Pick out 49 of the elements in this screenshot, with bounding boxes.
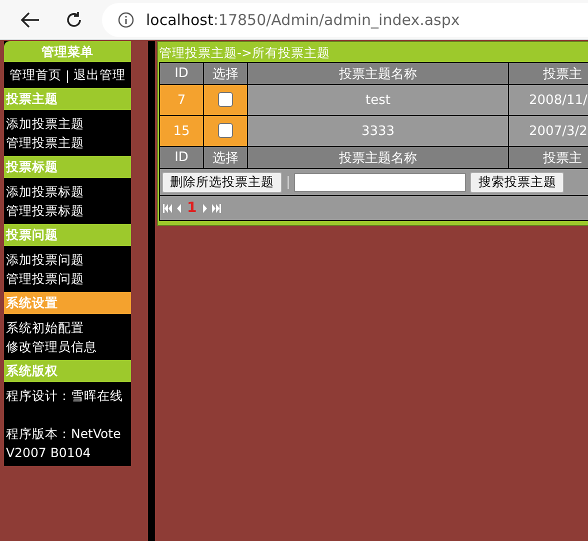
table-cell: 7 xyxy=(160,84,204,116)
menu-item[interactable]: 添加投票标题 xyxy=(6,182,131,201)
url-host: localhost xyxy=(146,10,214,28)
sidebar-title: 管理菜单 xyxy=(4,41,131,62)
menu-item[interactable]: 系统初始配置 xyxy=(6,318,131,337)
menu-item[interactable]: 添加投票主题 xyxy=(6,114,131,133)
delete-button[interactable]: 删除所选投票主题 xyxy=(162,172,282,192)
url-path: :17850/Admin/admin_index.aspx xyxy=(213,10,460,28)
back-icon[interactable] xyxy=(20,12,40,28)
table-cell: 3333 xyxy=(248,116,508,146)
table-cell: test xyxy=(248,84,508,116)
column-footer: 选择 xyxy=(204,146,248,168)
row-checkbox[interactable] xyxy=(218,92,233,108)
previous-page-icon[interactable] xyxy=(175,204,184,212)
logout-link[interactable]: 退出管理 xyxy=(74,66,126,84)
menu-item[interactable]: 管理投票标题 xyxy=(6,201,131,220)
first-page-icon[interactable] xyxy=(163,204,172,212)
section-heading: 系统版权 xyxy=(4,360,131,382)
column-footer: 投票主题名称 xyxy=(248,146,508,168)
address-bar[interactable]: localhost:17850/Admin/admin_index.aspx xyxy=(102,2,588,36)
search-field[interactable] xyxy=(294,172,466,192)
column-header: 投票主题名称 xyxy=(248,62,508,84)
reload-icon[interactable] xyxy=(65,10,83,28)
home-link[interactable]: 管理首页 xyxy=(9,66,62,84)
column-footer: ID xyxy=(160,146,204,168)
separator: | xyxy=(65,68,70,82)
info-text: 程序版本：NetVote V2007 B0104 xyxy=(6,425,122,462)
column-header: 选择 xyxy=(204,62,248,84)
section-heading: 投票主题 xyxy=(4,88,131,110)
search-button[interactable]: 搜索投票主题 xyxy=(470,172,564,192)
table-cell: 15 xyxy=(160,116,204,146)
menu-item[interactable]: 管理投票问题 xyxy=(6,269,131,288)
menu-item[interactable]: 修改管理员信息 xyxy=(6,337,131,356)
section-heading: 投票标题 xyxy=(4,156,131,178)
info-text: 程序设计：雪晖在线 xyxy=(6,387,124,405)
panel-title: 管理投票主题->所有投票主题 xyxy=(158,44,331,62)
column-footer: 投票主 xyxy=(508,146,588,168)
separator: | xyxy=(286,174,290,190)
column-header: 投票主 xyxy=(508,62,588,84)
table-cell: 2007/3/2 xyxy=(508,116,588,146)
table-cell: 2008/11/ xyxy=(508,84,588,116)
menu-item[interactable]: 添加投票问题 xyxy=(6,250,131,269)
section-heading: 投票问题 xyxy=(4,224,131,246)
info-icon[interactable] xyxy=(118,12,134,28)
section-heading: 系统设置 xyxy=(4,292,131,314)
column-header: ID xyxy=(160,62,204,84)
row-checkbox[interactable] xyxy=(218,123,233,138)
menu-item[interactable]: 管理投票主题 xyxy=(6,133,131,152)
last-page-icon[interactable] xyxy=(212,204,221,212)
